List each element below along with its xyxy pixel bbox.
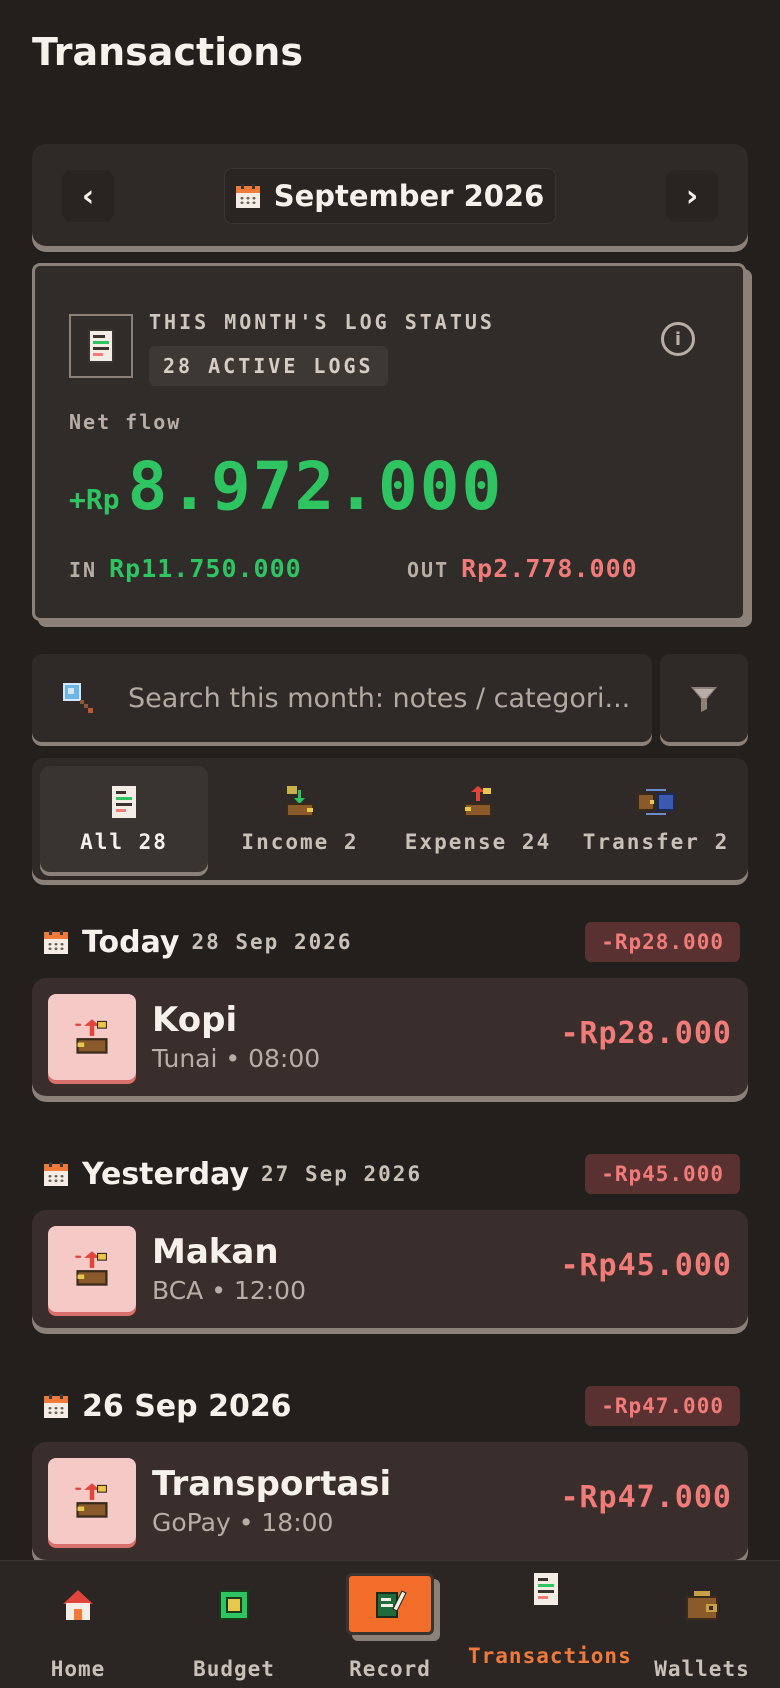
- transaction-amount: -Rp45.000: [560, 1248, 732, 1283]
- day-group-header: 26 Sep 2026: [44, 1384, 304, 1428]
- tab-transfer[interactable]: Transfer 2: [572, 766, 740, 872]
- nav-label: Record: [349, 1657, 431, 1681]
- net-flow-label: Net flow: [69, 410, 182, 434]
- tab-income[interactable]: Income 2: [216, 766, 384, 872]
- net-flow-prefix: +Rp: [69, 483, 120, 516]
- receipt-icon: [69, 314, 133, 378]
- search-input[interactable]: [128, 676, 628, 720]
- page-title: Transactions: [32, 30, 303, 74]
- active-logs-badge: 28 ACTIVE LOGS: [149, 346, 388, 386]
- expense-summary: OUT Rp2.778.000: [407, 554, 638, 583]
- record-icon: [376, 1590, 407, 1618]
- filter-button[interactable]: [660, 654, 748, 742]
- transaction-meta: Tunai • 08:00: [152, 1044, 320, 1073]
- nav-label: Budget: [193, 1657, 275, 1681]
- transaction-type-tabs: All 28 Income 2 Expense 24 Transfer 2: [32, 758, 748, 880]
- bottom-navigation: Home Budget Record Transactions Wallets: [0, 1560, 780, 1688]
- next-month-button[interactable]: ›: [666, 170, 718, 222]
- tab-label: Expense 24: [404, 830, 552, 854]
- tab-label: Transfer 2: [582, 830, 730, 854]
- transaction-row[interactable]: Makan BCA • 12:00 -Rp45.000: [32, 1210, 748, 1328]
- receipt-icon: [534, 1573, 558, 1605]
- day-date: 28 Sep 2026: [191, 930, 353, 954]
- tab-label: All 28: [80, 830, 168, 854]
- expense-icon: [48, 994, 136, 1080]
- transaction-time: 12:00: [233, 1276, 306, 1305]
- day-date: 27 Sep 2026: [261, 1162, 423, 1186]
- expense-icon: [48, 1226, 136, 1312]
- day-name: Yesterday: [82, 1156, 250, 1192]
- expense-icon: [464, 786, 492, 817]
- net-flow-value: +Rp 8.972.000: [69, 448, 503, 525]
- month-picker[interactable]: September 2026: [224, 168, 556, 224]
- nav-home[interactable]: Home: [0, 1561, 156, 1688]
- in-label: IN: [69, 558, 98, 582]
- transaction-title: Transportasi: [152, 1464, 392, 1504]
- transaction-time: 18:00: [261, 1508, 334, 1537]
- calendar-icon: [44, 1162, 68, 1186]
- nav-wallets[interactable]: Wallets: [624, 1561, 780, 1688]
- calendar-icon: [44, 1394, 68, 1418]
- meta-separator: •: [238, 1508, 254, 1537]
- filter-icon: [691, 687, 717, 712]
- day-name: Today: [82, 924, 180, 960]
- search-bar: [32, 654, 652, 742]
- tab-label: Income 2: [241, 830, 359, 854]
- day-group-header: Today 28 Sep 2026: [44, 920, 353, 964]
- meta-separator: •: [225, 1044, 241, 1073]
- nav-record[interactable]: Record: [312, 1561, 468, 1688]
- tab-all[interactable]: All 28: [40, 766, 208, 872]
- log-status-card: THIS MONTH'S LOG STATUS 28 ACTIVE LOGS i…: [32, 263, 746, 621]
- record-button[interactable]: [346, 1573, 434, 1635]
- budget-icon: [219, 1590, 249, 1620]
- transaction-meta: GoPay • 18:00: [152, 1508, 333, 1537]
- info-icon[interactable]: i: [661, 322, 695, 356]
- nav-label: Wallets: [654, 1657, 750, 1681]
- transaction-row[interactable]: Transportasi GoPay • 18:00 -Rp47.000: [32, 1442, 748, 1560]
- transaction-title: Kopi: [152, 1000, 238, 1040]
- wallet-icon: [686, 1591, 718, 1620]
- out-label: OUT: [407, 558, 450, 582]
- transaction-meta: BCA • 12:00: [152, 1276, 306, 1305]
- day-total-badge: -Rp47.000: [585, 1386, 740, 1426]
- day-total-badge: -Rp28.000: [585, 922, 740, 962]
- income-icon: [286, 786, 314, 817]
- transaction-amount: -Rp28.000: [560, 1016, 732, 1051]
- nav-label: Transactions: [468, 1644, 632, 1668]
- day-group-header: Yesterday 27 Sep 2026: [44, 1152, 422, 1196]
- nav-budget[interactable]: Budget: [156, 1561, 312, 1688]
- in-value: Rp11.750.000: [109, 554, 302, 583]
- month-selector: ‹ September 2026 ›: [32, 144, 748, 246]
- prev-month-button[interactable]: ‹: [62, 170, 114, 222]
- day-total-badge: -Rp45.000: [585, 1154, 740, 1194]
- receipt-icon: [112, 786, 136, 818]
- tab-expense[interactable]: Expense 24: [394, 766, 562, 872]
- transaction-wallet: GoPay: [152, 1508, 231, 1537]
- day-name: 26 Sep 2026: [82, 1388, 292, 1424]
- transaction-row[interactable]: Kopi Tunai • 08:00 -Rp28.000: [32, 978, 748, 1096]
- nav-label: Home: [50, 1657, 106, 1681]
- calendar-icon: [44, 930, 68, 954]
- transfer-icon: [637, 789, 675, 815]
- nav-transactions[interactable]: Transactions: [468, 1561, 632, 1688]
- status-title: THIS MONTH'S LOG STATUS: [149, 310, 495, 334]
- house-icon: [63, 1590, 93, 1620]
- expense-icon: [48, 1458, 136, 1544]
- out-value: Rp2.778.000: [461, 554, 638, 583]
- transaction-amount: -Rp47.000: [560, 1480, 732, 1515]
- transaction-title: Makan: [152, 1232, 279, 1272]
- income-summary: IN Rp11.750.000: [69, 554, 302, 583]
- meta-separator: •: [211, 1276, 226, 1305]
- calendar-icon: [235, 184, 260, 208]
- net-flow-amount: 8.972.000: [127, 448, 504, 525]
- search-icon: [63, 683, 93, 713]
- transaction-wallet: BCA: [152, 1276, 204, 1305]
- transaction-time: 08:00: [248, 1044, 321, 1073]
- month-label: September 2026: [273, 179, 545, 213]
- transaction-wallet: Tunai: [152, 1044, 218, 1073]
